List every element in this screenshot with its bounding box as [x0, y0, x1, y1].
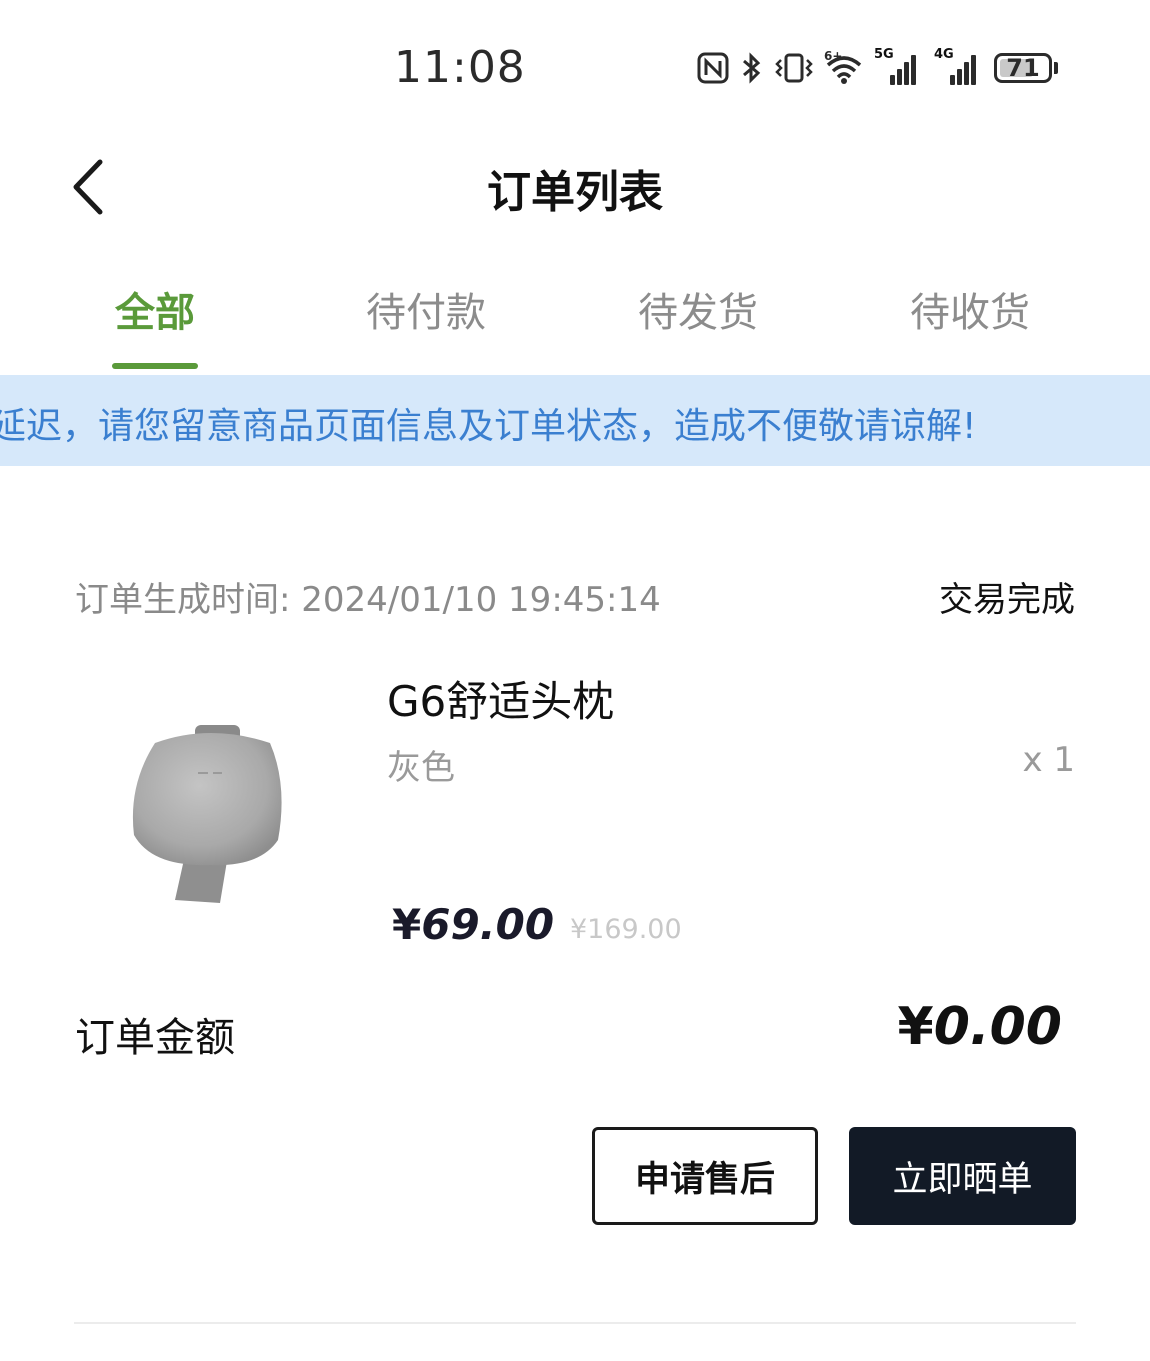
tab-pending-receipt[interactable]: 待收货	[870, 280, 1070, 370]
notice-text: 延迟，请您留意商品页面信息及订单状态，造成不便敬请谅解!	[0, 406, 977, 447]
nfc-icon	[696, 51, 730, 85]
apply-after-sale-button[interactable]: 申请售后	[592, 1127, 818, 1225]
signal-4g-label: 4G	[934, 47, 954, 62]
bluetooth-icon	[740, 51, 764, 85]
headrest-image	[132, 725, 282, 903]
status-icons: 6+ 5G 4G 71	[696, 46, 1058, 90]
order-amount-label: 订单金额	[75, 1015, 235, 1061]
order-amount-value: ¥0.00	[898, 997, 1063, 1057]
battery-tip	[1054, 62, 1058, 74]
battery-body: 71	[994, 53, 1052, 83]
order-divider	[74, 1322, 1076, 1324]
battery-level: 71	[1006, 54, 1040, 82]
notice-banner: 延迟，请您留意商品页面信息及订单状态，造成不便敬请谅解!	[0, 375, 1150, 466]
price-value: 69.00	[421, 900, 555, 949]
order-time: 订单生成时间: 2024/01/10 19:45:14	[75, 572, 661, 621]
order-list-page: 11:08 6+ 5G 4G 71 订单列表 全部 待付款 待发货 待收货 延迟…	[0, 0, 1150, 1361]
order-status: 交易完成	[939, 580, 1075, 620]
page-title: 订单列表	[487, 167, 663, 218]
status-time: 11:08	[394, 42, 526, 93]
amount-symbol: ¥	[897, 997, 934, 1057]
share-order-button[interactable]: 立即晒单	[849, 1127, 1076, 1225]
tab-all[interactable]: 全部	[55, 280, 255, 370]
wifi-icon: 6+	[824, 49, 864, 85]
active-tab-indicator	[112, 363, 198, 369]
product-price: ¥69.00	[392, 900, 554, 949]
product-original-price: ¥169.00	[570, 914, 682, 945]
product-name[interactable]: G6舒适头枕	[387, 668, 614, 729]
order-tabs: 全部 待付款 待发货 待收货	[0, 280, 1150, 370]
product-image[interactable]	[110, 715, 300, 915]
product-variant: 灰色	[387, 748, 455, 788]
wifi-label: 6+	[824, 49, 843, 63]
product-quantity: x 1	[1022, 740, 1075, 780]
vibrate-icon	[774, 51, 814, 85]
tab-pending-shipment[interactable]: 待发货	[598, 280, 798, 370]
order-time-label: 订单生成时间:	[75, 580, 291, 620]
signal-5g-icon: 5G	[874, 47, 924, 85]
signal-4g-icon: 4G	[934, 47, 984, 85]
price-symbol: ¥	[392, 900, 422, 949]
tab-pending-payment[interactable]: 待付款	[326, 280, 526, 370]
order-time-value: 2024/01/10 19:45:14	[301, 580, 661, 620]
amount-number: 0.00	[933, 997, 1062, 1057]
battery-icon: 71	[994, 53, 1058, 83]
signal-5g-label: 5G	[874, 47, 894, 62]
